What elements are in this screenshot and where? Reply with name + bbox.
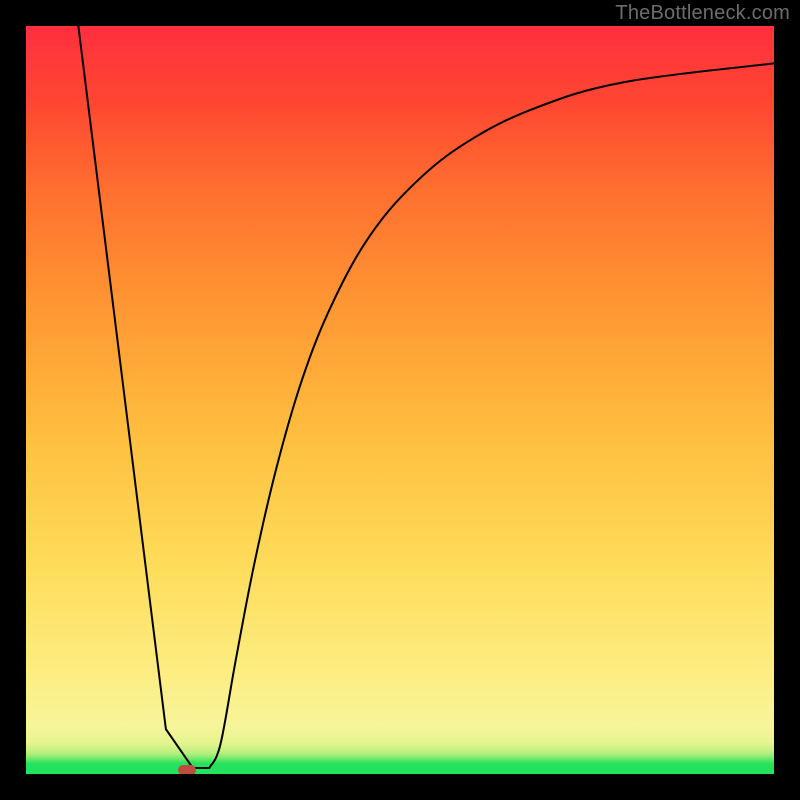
- curve-right-branch: [209, 63, 774, 768]
- plot-area: [26, 26, 774, 774]
- minimum-point-marker: [178, 765, 196, 775]
- bottleneck-chart: TheBottleneck.com: [0, 0, 800, 800]
- attribution-text: TheBottleneck.com: [615, 2, 790, 25]
- bottleneck-curve: [26, 26, 774, 774]
- curve-left-branch: [78, 26, 209, 768]
